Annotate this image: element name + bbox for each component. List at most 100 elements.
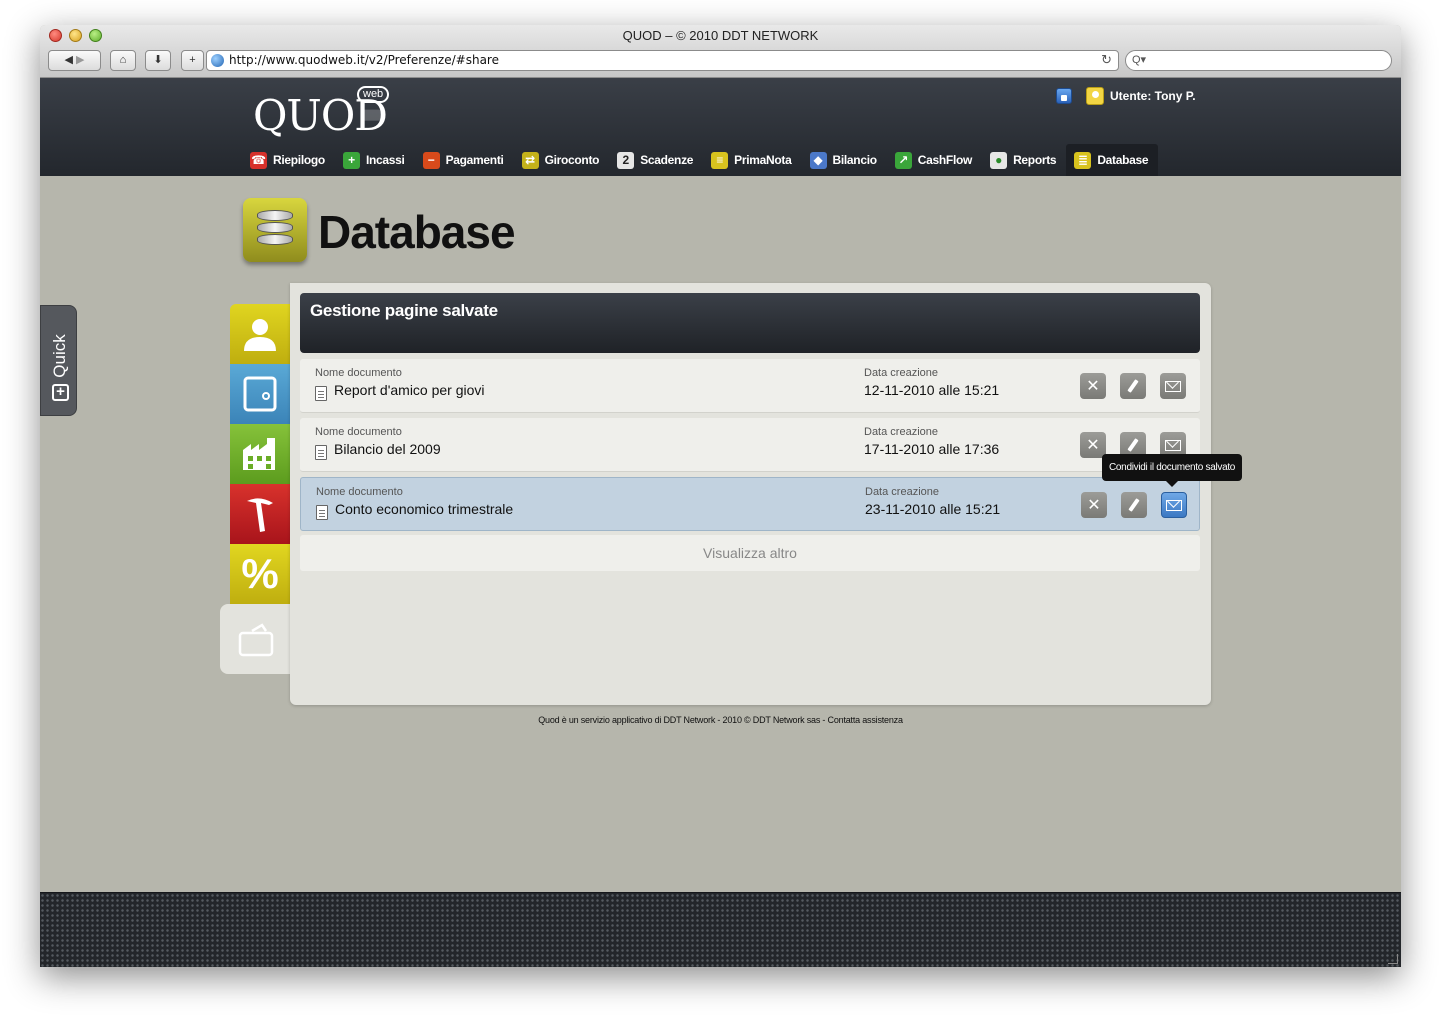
document-date: 12-11-2010 alle 15:21 (864, 382, 1000, 398)
mail-icon (1165, 439, 1181, 451)
pencil-icon (1128, 498, 1140, 512)
date-header: Data creazione (864, 426, 938, 438)
reports-icon: ● (990, 151, 1008, 169)
search-icon: Q▾ (1132, 54, 1147, 66)
app-header: QUOD web ▬ Utente: Tony P. ☎ Riepilogo + I… (40, 78, 1401, 176)
nav-item-giroconto[interactable]: ⇄ Giroconto (514, 144, 610, 176)
document-row[interactable]: Nome documento Report d'amico per giovi … (300, 359, 1200, 413)
main-nav: ☎ Riepilogo + Incassi − Pagamenti ⇄ Girocont… (242, 144, 1159, 176)
name-header: Nome documento (316, 486, 403, 498)
nav-item-riepilogo[interactable]: ☎ Riepilogo (242, 144, 335, 176)
share-tooltip: Condividi il documento salvato (1102, 454, 1243, 487)
plus-icon: + (342, 151, 360, 169)
side-tab-safe[interactable] (230, 364, 290, 424)
percent-icon: % (241, 550, 279, 597)
document-icon (315, 445, 327, 460)
document-name[interactable]: Conto economico trimestrale (335, 501, 513, 517)
browser-window: QUOD – © 2010 DDT NETWORK ◀ ▶ ⌂ ⬇ + http… (40, 25, 1401, 967)
hammer-icon (247, 498, 273, 532)
nav-item-pagamenti[interactable]: − Pagamenti (415, 144, 514, 176)
side-tab-company[interactable] (230, 424, 290, 484)
nav-item-database[interactable]: ≣ Database (1066, 144, 1159, 176)
document-icon (316, 505, 328, 520)
url-bar[interactable]: http://www.quodweb.it/v2/Preferenze/#sha… (206, 50, 1119, 71)
document-icon (315, 386, 327, 401)
nav-label: PrimaNota (734, 153, 792, 167)
nav-label: Database (1097, 153, 1149, 167)
page-title: Database (318, 206, 516, 258)
nav-label: Pagamenti (445, 153, 504, 167)
date-header: Data creazione (865, 486, 939, 498)
forward-arrow-icon[interactable]: ▶ (76, 54, 84, 66)
nav-label: Bilancio (832, 153, 878, 167)
ledger-icon: ≡ (711, 151, 729, 169)
download-icon: ⬇ (153, 54, 163, 66)
delete-button[interactable]: ✕ (1081, 492, 1107, 518)
edit-button[interactable] (1120, 373, 1146, 399)
name-header: Nome documento (315, 426, 402, 438)
minus-icon: − (422, 151, 440, 169)
delete-button[interactable]: ✕ (1080, 373, 1106, 399)
side-tab-percent[interactable]: % (230, 544, 290, 604)
mail-icon (1166, 499, 1182, 511)
back-forward-buttons[interactable]: ◀ ▶ (48, 50, 101, 71)
date-header: Data creazione (864, 367, 938, 379)
share-button[interactable] (1161, 492, 1187, 518)
nav-item-reports[interactable]: ● Reports (982, 144, 1066, 176)
title-bar: QUOD – © 2010 DDT NETWORK ◀ ▶ ⌂ ⬇ + http… (40, 25, 1401, 78)
nav-item-bilancio[interactable]: ◆ Bilancio (802, 144, 887, 176)
lock-icon[interactable] (1056, 88, 1072, 104)
user-icon (1086, 87, 1104, 105)
back-arrow-icon[interactable]: ◀ (65, 54, 73, 66)
new-tab-button[interactable]: + (181, 50, 204, 71)
transfer-icon: ⇄ (521, 151, 539, 169)
panel-header: Gestione pagine salvate (300, 293, 1200, 353)
document-name[interactable]: Bilancio del 2009 (334, 441, 441, 457)
user-label[interactable]: Utente: Tony P. (1110, 89, 1196, 103)
close-icon: ✕ (1087, 497, 1101, 514)
user-info: Utente: Tony P. (1056, 87, 1196, 105)
edit-button[interactable] (1121, 492, 1147, 518)
folder-icon (238, 623, 274, 657)
globe-icon (211, 54, 224, 67)
share-button[interactable] (1160, 373, 1186, 399)
window-title: QUOD – © 2010 DDT NETWORK (622, 28, 819, 43)
calendar-icon: 2 (617, 151, 635, 169)
side-tab-profile[interactable] (230, 304, 290, 364)
show-more-button[interactable]: Visualizza altro (300, 535, 1200, 571)
nav-item-scadenze[interactable]: 2 Scadenze (609, 144, 703, 176)
document-date: 17-11-2010 alle 17:36 (864, 441, 1000, 457)
document-row[interactable]: Nome documento Bilancio del 2009 Data cr… (300, 418, 1200, 472)
nav-label: Riepilogo (273, 153, 325, 167)
bottom-bar (40, 892, 1401, 967)
nav-item-primanota[interactable]: ≡ PrimaNota (703, 144, 801, 176)
plus-icon: + (52, 384, 69, 401)
side-tab-saved-pages[interactable] (220, 604, 292, 674)
mail-icon (1165, 380, 1181, 392)
document-date: 23-11-2010 alle 15:21 (865, 501, 1001, 517)
downloads-button[interactable]: ⬇ (145, 50, 171, 71)
home-icon: ⌂ (119, 54, 127, 66)
saved-pages-panel: Gestione pagine salvate Nome documento R… (290, 283, 1211, 705)
database-icon: ≣ (1074, 151, 1092, 169)
cashflow-icon: ↗ (894, 151, 912, 169)
balance-icon: ◆ (809, 151, 827, 169)
reload-icon[interactable]: ↻ (1101, 51, 1112, 70)
plus-icon: + (189, 54, 196, 66)
delete-button[interactable]: ✕ (1080, 432, 1106, 458)
quick-panel-toggle[interactable]: Quick + (40, 305, 77, 416)
resize-handle[interactable] (1388, 954, 1398, 964)
search-input[interactable]: Q▾ (1125, 50, 1392, 71)
footer-text: Quod è un servizio applicativo di DDT Ne… (538, 715, 903, 725)
home-button[interactable]: ⌂ (110, 50, 136, 71)
summary-icon: ☎ (250, 151, 267, 169)
document-name[interactable]: Report d'amico per giovi (334, 382, 485, 398)
document-row-selected[interactable]: Nome documento Conto economico trimestra… (300, 477, 1200, 531)
logo-shadow: ▬ (358, 96, 387, 131)
nav-label: Scadenze (640, 153, 694, 167)
side-tab-tools[interactable] (230, 484, 290, 544)
nav-item-incassi[interactable]: + Incassi (335, 144, 415, 176)
nav-item-cashflow[interactable]: ↗ CashFlow (887, 144, 982, 176)
nav-label: Incassi (365, 153, 405, 167)
nav-label: Giroconto (544, 153, 600, 167)
